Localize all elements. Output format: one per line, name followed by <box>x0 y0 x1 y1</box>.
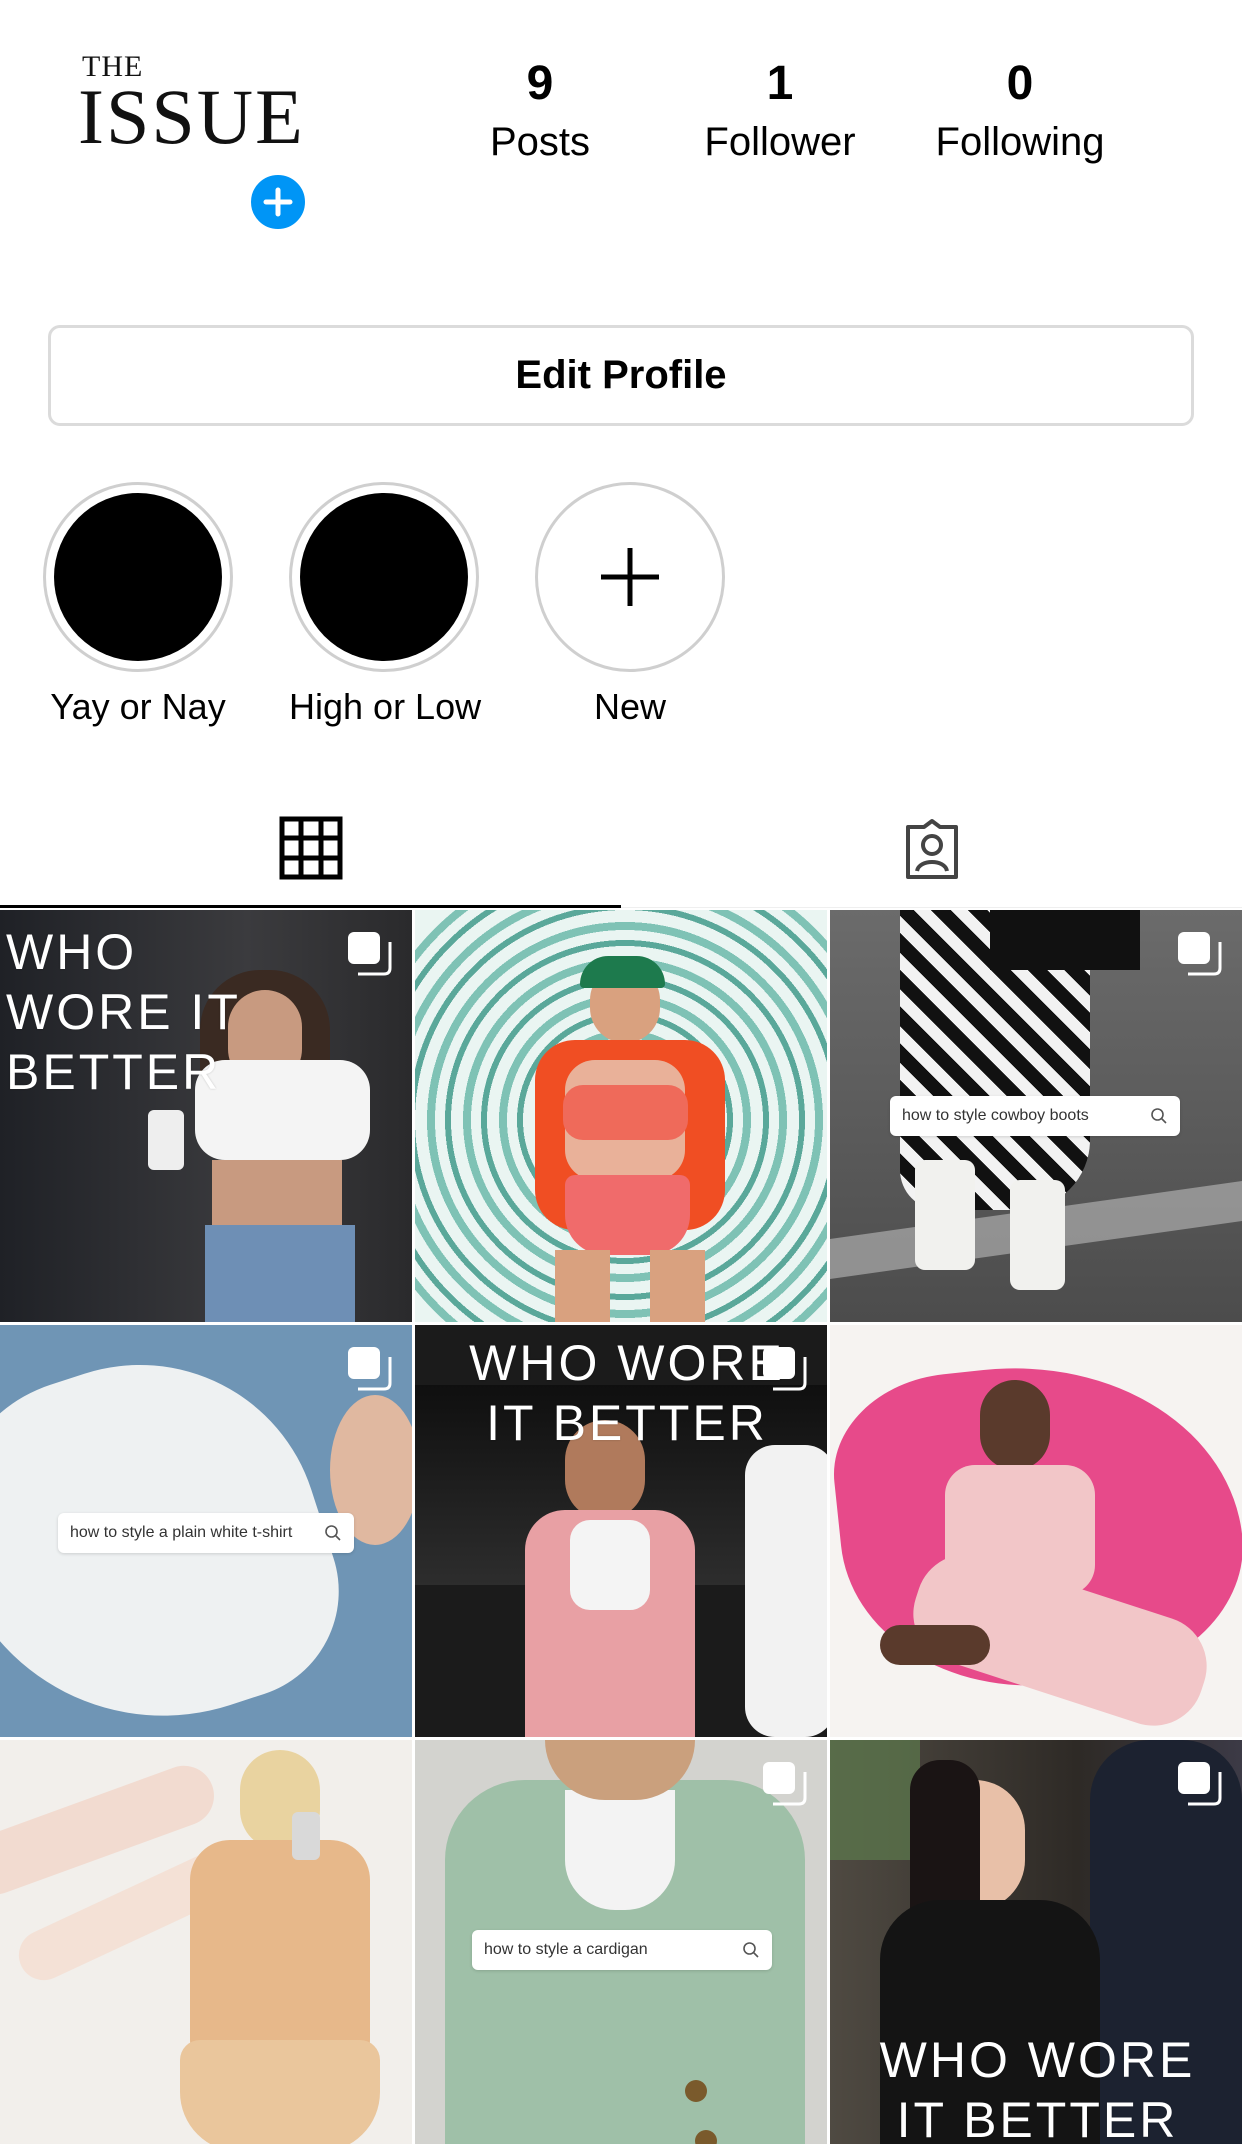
carousel-icon <box>763 1347 807 1391</box>
highlight-ring <box>289 482 479 672</box>
highlight-yay-or-nay[interactable]: Yay or Nay <box>43 482 233 728</box>
highlight-label: High or Low <box>289 686 482 727</box>
carousel-icon <box>1178 932 1222 976</box>
plus-icon <box>263 187 293 217</box>
post-thumbnail-1[interactable]: WHO WORE IT BETTER <box>0 910 412 1322</box>
post-thumbnail-5[interactable]: WHO WORE IT BETTER <box>415 1325 827 1737</box>
following-count[interactable]: 0 Following <box>920 57 1120 164</box>
post-thumbnail-9[interactable]: WHO WORE IT BETTER <box>830 1740 1242 2144</box>
search-pill: how to style cowboy boots <box>890 1096 1180 1136</box>
followers-count[interactable]: 1 Follower <box>680 57 880 164</box>
posts-count[interactable]: 9 Posts <box>440 57 640 164</box>
search-pill-text: how to style a cardigan <box>484 1941 648 1958</box>
post-overlay-text: WHO WORE IT BETTER <box>6 924 241 1100</box>
highlight-cover <box>300 493 468 661</box>
carousel-icon <box>348 1347 392 1391</box>
grid-icon <box>279 816 342 879</box>
search-pill: how to style a cardigan <box>472 1930 772 1970</box>
highlight-high-or-low[interactable]: High or Low <box>289 482 482 728</box>
posts-count-label: Posts <box>489 120 591 164</box>
highlight-label: Yay or Nay <box>50 686 226 727</box>
plus-icon <box>601 548 659 606</box>
post-overlay-text: WHO WORE IT BETTER <box>879 2032 1196 2144</box>
following-count-value: 0 <box>1006 57 1034 110</box>
tagged-icon <box>905 819 958 879</box>
search-pill-text: how to style cowboy boots <box>902 1107 1089 1124</box>
profile-tab-bar <box>0 790 1242 908</box>
profile-logo: THE ISSUE <box>78 50 303 170</box>
highlight-cover <box>54 493 222 661</box>
highlight-label: New <box>593 686 667 727</box>
search-pill: how to style a plain white t-shirt <box>58 1513 354 1553</box>
carousel-icon <box>348 932 392 976</box>
followers-count-label: Follower <box>704 120 856 164</box>
search-pill-text: how to style a plain white t-shirt <box>70 1524 293 1541</box>
tab-tagged[interactable] <box>621 790 1242 908</box>
followers-count-value: 1 <box>766 57 794 110</box>
following-count-label: Following <box>935 120 1105 164</box>
highlight-ring <box>535 482 725 672</box>
posts-grid: WHO WORE IT BETTER how to style cowboy b… <box>0 910 1242 2144</box>
post-thumbnail-2[interactable] <box>415 910 827 1322</box>
posts-count-value: 9 <box>526 57 554 110</box>
carousel-icon <box>763 1762 807 1806</box>
post-thumbnail-6[interactable] <box>830 1325 1242 1737</box>
post-thumbnail-4[interactable]: how to style a plain white t-shirt <box>0 1325 412 1737</box>
post-thumbnail-8[interactable]: how to style a cardigan <box>415 1740 827 2144</box>
carousel-icon <box>1178 1762 1222 1806</box>
search-icon <box>325 1525 341 1541</box>
highlight-ring <box>43 482 233 672</box>
post-thumbnail-3[interactable]: how to style cowboy boots <box>830 910 1242 1322</box>
search-icon <box>743 1942 759 1958</box>
highlight-new[interactable]: New <box>535 482 725 728</box>
post-thumbnail-7[interactable] <box>0 1740 412 2144</box>
tab-posts-grid[interactable] <box>0 790 621 908</box>
add-story-button[interactable] <box>246 170 310 234</box>
logo-issue-text: ISSUE <box>78 73 305 160</box>
edit-profile-button[interactable]: Edit Profile <box>48 325 1194 426</box>
post-overlay-text: WHO WORE IT BETTER <box>469 1335 785 1451</box>
search-icon <box>1151 1108 1167 1124</box>
